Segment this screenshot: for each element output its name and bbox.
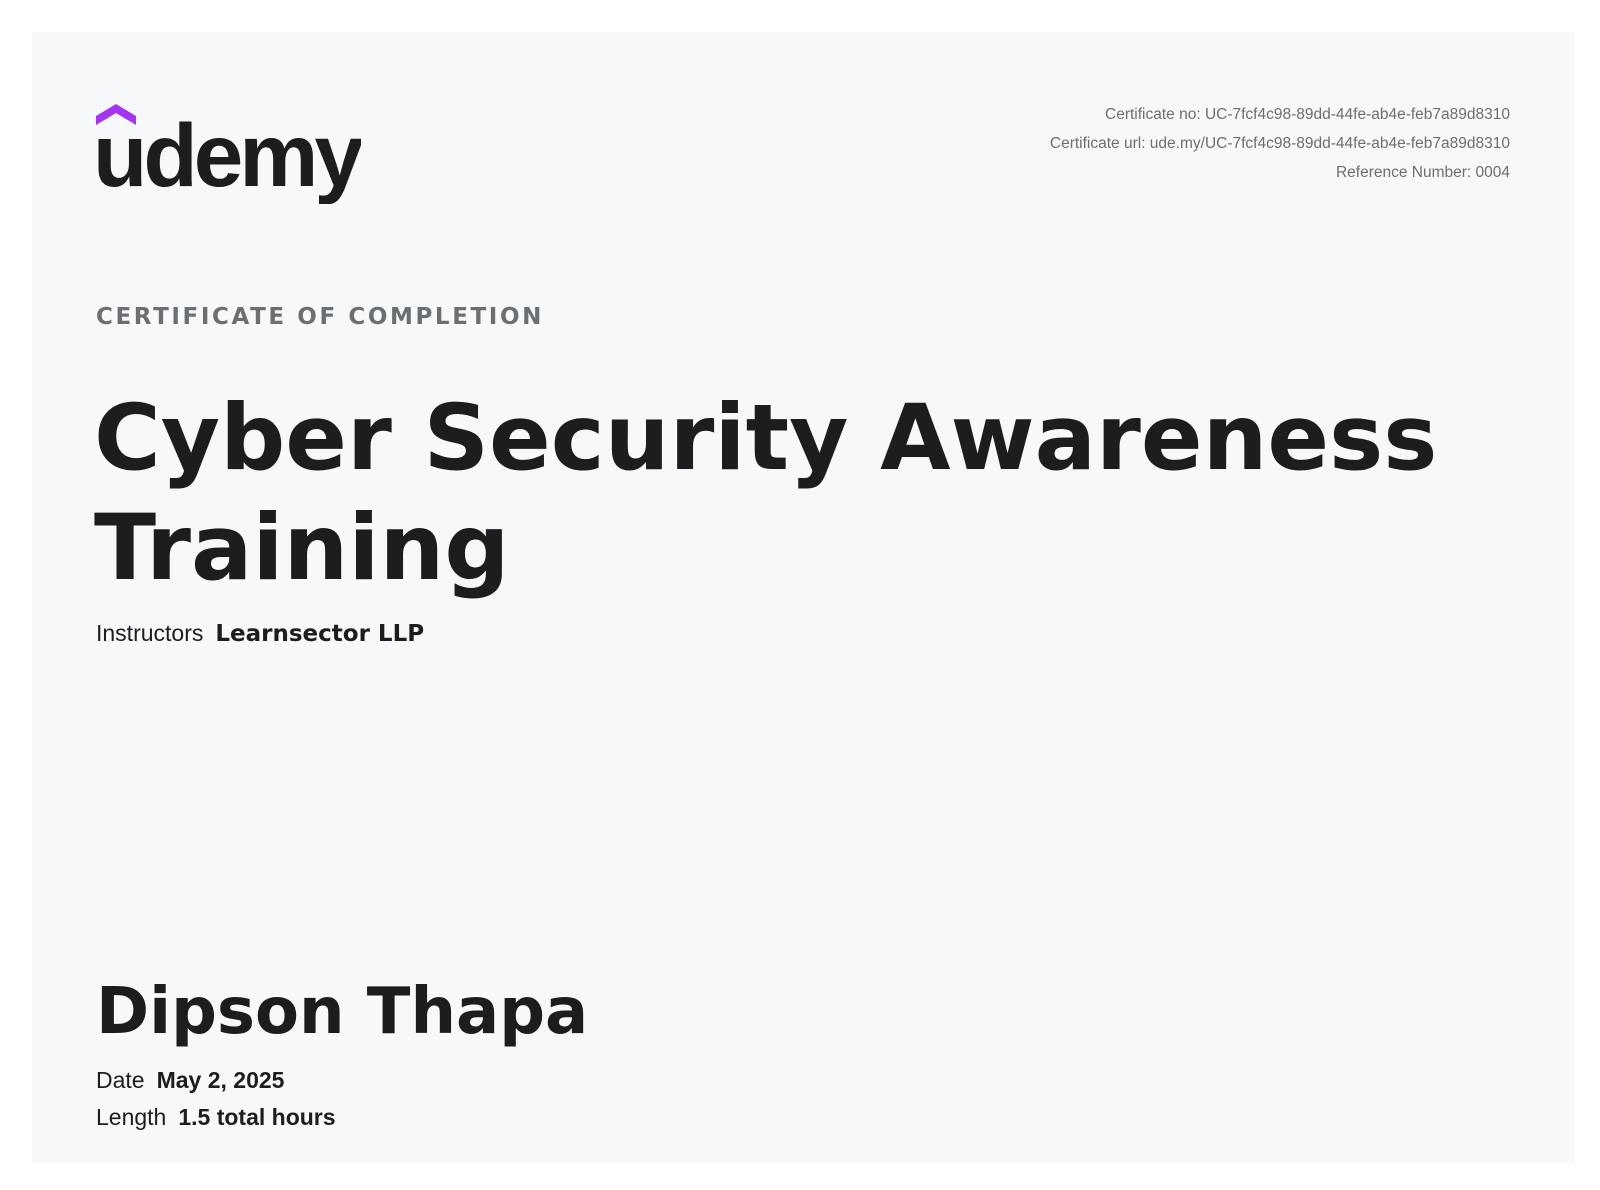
instructors-label: Instructors bbox=[96, 620, 204, 646]
length-value: 1.5 total hours bbox=[178, 1104, 336, 1130]
date-line: Date May 2, 2025 bbox=[96, 1067, 284, 1094]
certificate-card: udemy Certificate no: UC-7fcf4c98-89dd-4… bbox=[32, 32, 1574, 1163]
student-name: Dipson Thapa bbox=[96, 975, 589, 1049]
reference-number: Reference Number: 0004 bbox=[1335, 164, 1510, 181]
length-label: Length bbox=[96, 1104, 167, 1130]
date-label: Date bbox=[96, 1067, 145, 1093]
length-line: Length 1.5 total hours bbox=[96, 1104, 336, 1131]
udemy-logo: udemy bbox=[96, 94, 361, 204]
certificate-number: Certificate no: UC-7fcf4c98-89dd-44fe-ab… bbox=[1105, 106, 1510, 123]
svg-text:udemy: udemy bbox=[96, 105, 361, 204]
page: udemy Certificate no: UC-7fcf4c98-89dd-4… bbox=[0, 0, 1600, 1190]
instructors-line: Instructors Learnsector LLP bbox=[96, 620, 424, 647]
certificate-url: Certificate url: ude.my/UC-7fcf4c98-89dd… bbox=[1049, 135, 1510, 152]
date-value: May 2, 2025 bbox=[156, 1067, 285, 1093]
instructors-value: Learnsector LLP bbox=[215, 621, 425, 647]
course-title: Cyber Security Awareness Training bbox=[94, 386, 1438, 601]
certificate-heading: CERTIFICATE OF COMPLETION bbox=[96, 304, 544, 330]
certificate-meta: Certificate no: UC-7fcf4c98-89dd-44fe-ab… bbox=[1050, 100, 1510, 187]
